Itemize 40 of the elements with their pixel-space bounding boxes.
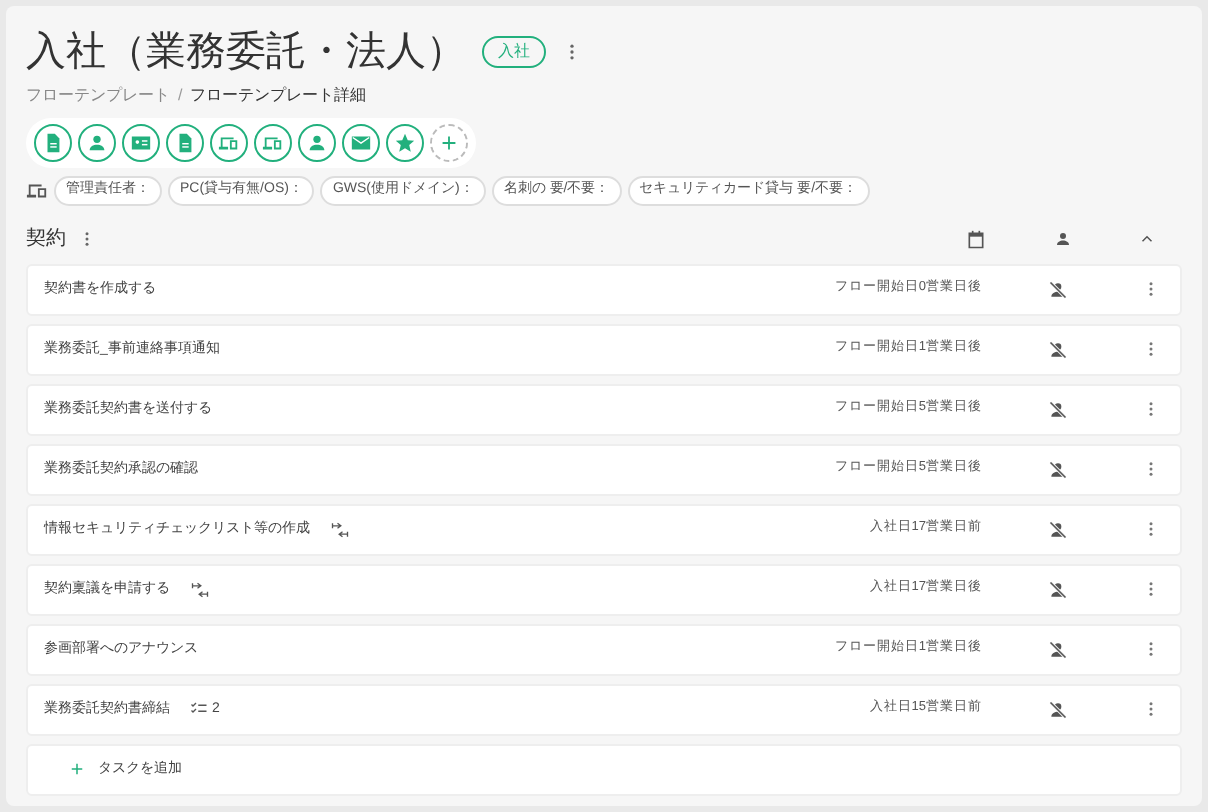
- mail-button[interactable]: [342, 124, 380, 162]
- devices-icon: [218, 132, 240, 154]
- document-button[interactable]: [34, 124, 72, 162]
- add-button[interactable]: [430, 124, 468, 162]
- unassigned-icon[interactable]: [1048, 699, 1068, 719]
- unassigned-icon[interactable]: [1048, 399, 1068, 419]
- checklist-icon: [190, 700, 208, 718]
- devices-button[interactable]: [210, 124, 248, 162]
- devices-icon: [262, 132, 284, 154]
- dependency-icon: [190, 579, 210, 599]
- unassigned-icon[interactable]: [1048, 459, 1068, 479]
- unassigned-icon[interactable]: [1048, 639, 1068, 659]
- person-icon: [306, 132, 328, 154]
- devices-button[interactable]: [254, 124, 292, 162]
- calendar-icon[interactable]: [966, 229, 986, 249]
- id-card-button[interactable]: [122, 124, 160, 162]
- person-button[interactable]: [298, 124, 336, 162]
- page-title: 入社（業務委託・法人）: [26, 28, 466, 78]
- devices-icon: [26, 179, 48, 202]
- dependency-icon: [330, 519, 350, 539]
- unassigned-icon[interactable]: [1048, 519, 1068, 539]
- add-icon: [438, 132, 460, 154]
- unassigned-icon[interactable]: [1048, 279, 1068, 299]
- unassigned-icon[interactable]: [1048, 339, 1068, 359]
- person-icon: [86, 132, 108, 154]
- add-icon: [68, 760, 86, 778]
- id-card-icon: [130, 132, 152, 154]
- unassigned-icon[interactable]: [1048, 579, 1068, 599]
- document-button[interactable]: [166, 124, 204, 162]
- star-button[interactable]: [386, 124, 424, 162]
- status-badge: 入社: [482, 36, 546, 68]
- breadcrumb-separator: /: [178, 84, 183, 108]
- section-title: 契約: [26, 225, 66, 254]
- person-icon[interactable]: [1054, 230, 1072, 248]
- document-icon: [174, 132, 196, 154]
- person-button[interactable]: [78, 124, 116, 162]
- star-icon: [394, 132, 416, 154]
- document-icon: [42, 132, 64, 154]
- breadcrumb-link[interactable]: フローテンプレート詳細: [190, 84, 367, 108]
- mail-icon: [350, 132, 372, 154]
